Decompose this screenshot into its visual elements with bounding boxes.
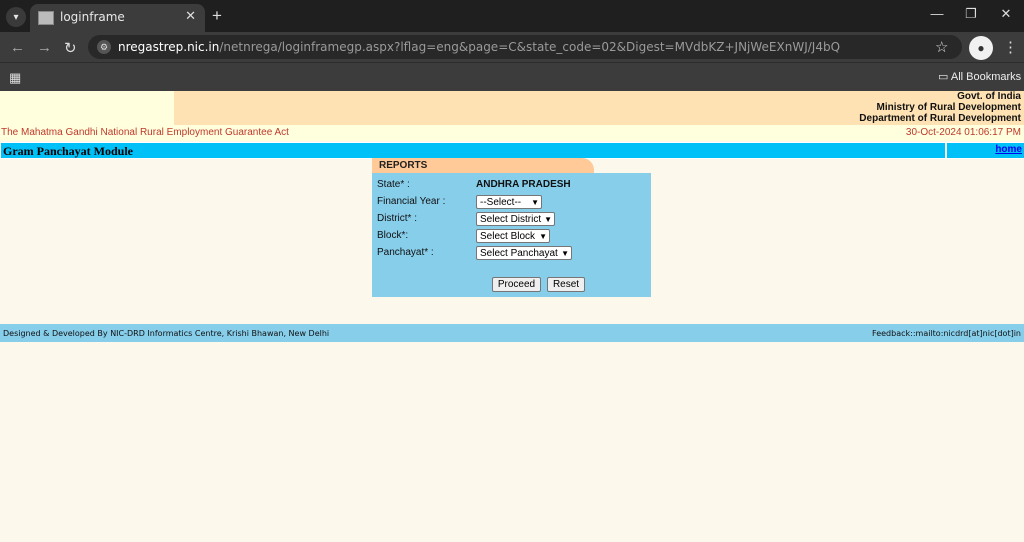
chevron-down-icon: ▼ [561,249,569,258]
page-content: Govt. of India Ministry of Rural Develop… [0,91,1024,542]
module-bar: Gram Panchayat Module [0,142,946,159]
gov-line-2: Ministry of Rural Development [876,102,1021,113]
reports-form: State* : ANDHRA PRADESH Financial Year :… [372,173,651,297]
reset-button[interactable]: Reset [547,277,585,292]
reports-tab: REPORTS [372,158,594,173]
all-bookmarks[interactable]: ▭ All Bookmarks [938,70,1021,83]
url-host: nregastrep.nic.in [118,40,220,54]
restore-icon[interactable]: ❐ [961,6,981,22]
site-info-icon[interactable]: ⚙ [97,40,111,54]
panchayat-select[interactable]: Select Panchayat ▼ [476,246,572,260]
proceed-button[interactable]: Proceed [492,277,541,292]
home-cell: home [946,142,1024,159]
state-label: State* : [377,179,410,190]
chevron-down-icon: ▼ [531,198,539,207]
chevron-down-icon: ▼ [544,215,552,224]
profile-avatar-icon[interactable]: ● [969,36,993,60]
financial-year-label: Financial Year : [377,196,446,207]
panchayat-selected: Select Panchayat [480,248,558,259]
module-title: Gram Panchayat Module [3,144,133,158]
block-label: Block*: [377,230,409,241]
browser-menu-icon[interactable]: ⋮ [1003,38,1018,56]
panchayat-label: Panchayat* : [377,247,434,258]
act-title-row: The Mahatma Gandhi National Rural Employ… [0,125,1024,141]
bookmarks-bar: ▦ ▭ All Bookmarks [0,62,1024,91]
tab-title: loginframe [60,10,125,24]
tab-search-icon[interactable]: ▾ [6,7,26,27]
financial-year-select[interactable]: --Select-- ▼ [476,195,542,209]
gov-line-1: Govt. of India [957,91,1021,102]
state-value: ANDHRA PRADESH [476,179,571,190]
home-link[interactable]: home [995,144,1022,155]
close-tab-icon[interactable]: ✕ [185,8,196,24]
financial-year-selected: --Select-- [480,197,522,208]
footer: Designed & Developed By NIC-DRD Informat… [0,324,1024,342]
bookmark-star-icon[interactable]: ☆ [935,38,948,56]
new-tab-icon[interactable]: + [212,6,222,26]
browser-toolbar: ← → ↻ ⚙ nregastrep.nic.in/netnrega/login… [0,32,1024,62]
block-selected: Select Block [480,231,536,242]
gov-line-3: Department of Rural Development [859,113,1021,124]
reports-tab-label: REPORTS [379,160,428,171]
header-left-panel [0,91,174,125]
reload-icon[interactable]: ↻ [64,39,77,57]
datetime: 30-Oct-2024 01:06:17 PM [905,127,1021,138]
block-select[interactable]: Select Block ▼ [476,229,550,243]
chevron-down-icon: ▼ [539,232,547,241]
minimize-icon[interactable]: — [927,6,947,21]
apps-grid-icon[interactable]: ▦ [9,70,21,86]
url-text[interactable]: nregastrep.nic.in/netnrega/loginframegp.… [118,40,840,54]
footer-credit: Designed & Developed By NIC-DRD Informat… [3,329,330,338]
browser-tab-bar: ▾ loginframe ✕ + — ❐ ✕ [0,0,1024,32]
all-bookmarks-label: All Bookmarks [950,71,1022,83]
footer-feedback[interactable]: Feedback::mailto:nicdrd[at]nic[dot]in [872,329,1021,338]
browser-tab[interactable]: loginframe ✕ [30,4,205,32]
back-icon[interactable]: ← [10,39,25,56]
window-close-icon[interactable]: ✕ [996,6,1016,22]
page-favicon-icon [38,11,54,25]
address-bar[interactable]: ⚙ nregastrep.nic.in/netnrega/loginframeg… [88,35,962,59]
district-selected: Select District [480,214,542,225]
district-select[interactable]: Select District ▼ [476,212,555,226]
act-title: The Mahatma Gandhi National Rural Employ… [1,127,289,138]
header-right-panel: Govt. of India Ministry of Rural Develop… [174,91,1024,125]
folder-icon: ▭ [938,71,949,83]
district-label: District* : [377,213,417,224]
forward-icon[interactable]: → [37,39,52,56]
url-path: /netnrega/loginframegp.aspx?lflag=eng&pa… [219,40,841,54]
